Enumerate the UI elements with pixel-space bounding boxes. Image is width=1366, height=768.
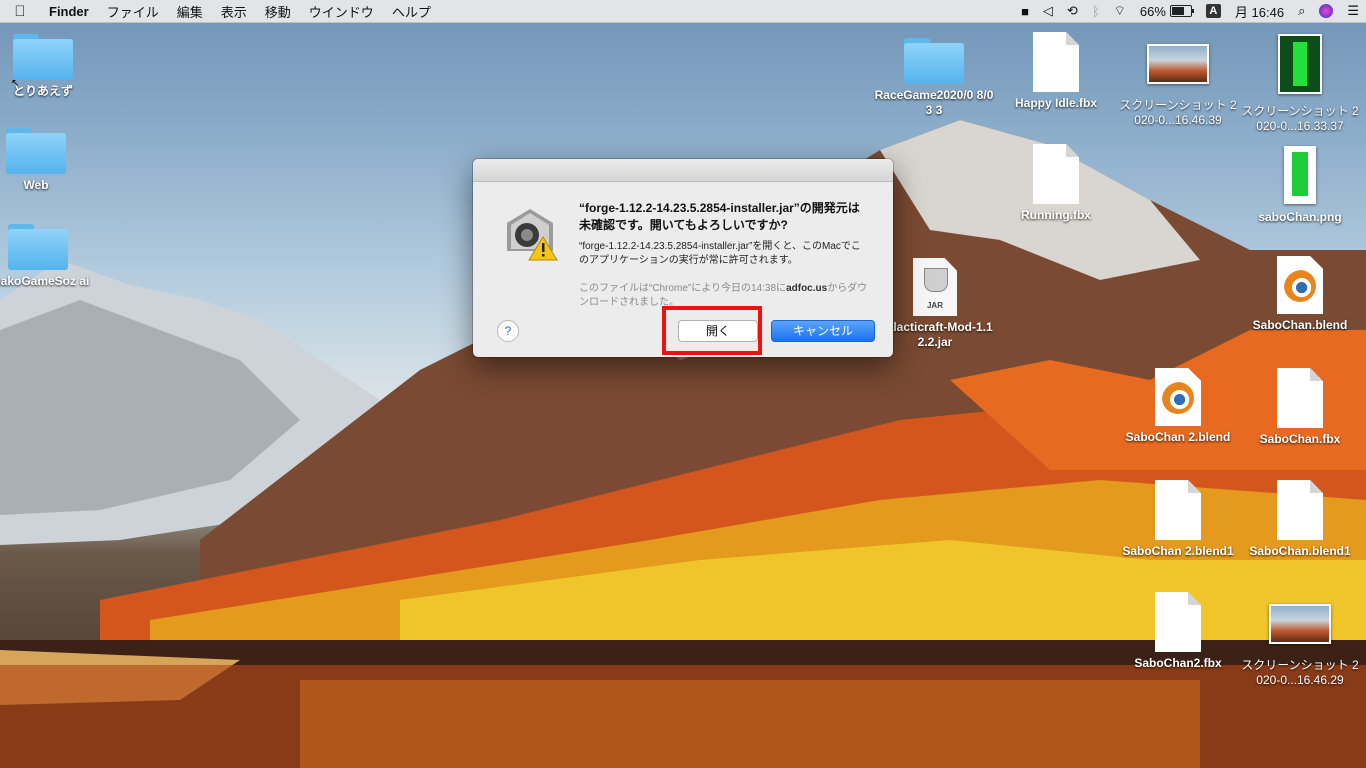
battery-status[interactable]: 66% (1133, 4, 1199, 19)
document-icon (1155, 480, 1201, 540)
desktop-file-sabochan-png[interactable]: saboChan.png (1240, 146, 1360, 225)
icon-label: SaboChan.blend1 (1249, 544, 1351, 558)
wifi-icon[interactable]: ⌔ (1107, 3, 1133, 19)
icon-label: saboChan.png (1258, 210, 1342, 224)
document-icon (1033, 144, 1079, 204)
clock[interactable]: 月 16:46 (1228, 2, 1291, 21)
desktop-file-sabochan-blend[interactable]: SaboChan.blend (1240, 256, 1360, 333)
blender-icon (1155, 368, 1201, 426)
jar-icon: JAR (913, 258, 957, 316)
image-thumbnail-icon (1269, 604, 1331, 644)
document-icon (1277, 368, 1323, 428)
icon-label: スクリーンショット 2020-0...16.46.29 (1241, 658, 1359, 687)
desktop-folder-web[interactable]: Web (0, 128, 96, 193)
siri-icon[interactable] (1312, 4, 1340, 18)
highlight-box (662, 306, 762, 355)
desktop-screenshot-2[interactable]: スクリーンショット 2020-0...16.33.37 (1240, 34, 1360, 134)
desktop-file-sabochan2-blend[interactable]: SaboChan 2.blend (1118, 368, 1238, 445)
desktop-file-sabochan-blend1[interactable]: SaboChan.blend1 (1240, 480, 1360, 559)
desktop-folder-racegame[interactable]: RaceGame2020/0 8/03 3 (874, 38, 994, 118)
send-icon[interactable]: ◁ (1036, 3, 1060, 19)
menu-help[interactable]: ヘルプ (383, 2, 440, 21)
icon-label: RaceGame2020/0 8/03 3 (874, 88, 994, 117)
document-icon (1155, 592, 1201, 652)
icon-label: Running.fbx (1021, 208, 1091, 222)
desktop-folder-abako[interactable]: abakoGameSoz ai (0, 224, 90, 289)
desktop-folder-toriaezu[interactable]: ↖ とりあえず (0, 34, 103, 99)
folder-icon (13, 34, 73, 80)
desktop-file-sabochan2-blend1[interactable]: SaboChan 2.blend1 (1118, 480, 1238, 559)
menu-view[interactable]: 表示 (212, 2, 256, 21)
desktop-file-sabochan2-fbx[interactable]: SaboChan2.fbx (1118, 592, 1238, 671)
icon-label: スクリーンショット 2020-0...16.46.39 (1119, 98, 1237, 127)
screen-record-icon[interactable]: ■ (1014, 4, 1036, 19)
apple-menu-icon[interactable]:  (0, 3, 40, 20)
coffee-cup-icon (924, 268, 948, 292)
icon-label: SaboChan2.fbx (1134, 656, 1222, 670)
icon-label: SaboChan.fbx (1259, 432, 1341, 446)
menu-file[interactable]: ファイル (98, 2, 168, 21)
folder-icon (6, 128, 66, 174)
bluetooth-icon[interactable]: ᛒ (1085, 4, 1107, 19)
input-method-label: A (1205, 4, 1221, 18)
dialog-titlebar[interactable] (473, 159, 893, 182)
document-icon (1033, 32, 1079, 92)
icon-label: Web (23, 178, 49, 192)
dialog-title: “forge-1.12.2-14.23.5.2854-installer.jar… (579, 201, 860, 232)
image-thumbnail-icon (1284, 146, 1316, 204)
notification-center-icon[interactable]: ☰ (1340, 3, 1366, 19)
blender-icon (1277, 256, 1323, 314)
download-source-domain: adfoc.us (786, 283, 828, 294)
icon-label: abakoGameSoz ai (0, 274, 90, 288)
spotlight-search-icon[interactable]: ⌕ (1291, 3, 1312, 19)
desktop-file-running[interactable]: Running.fbx (996, 144, 1116, 223)
menu-go[interactable]: 移動 (256, 2, 300, 21)
gatekeeper-warning-icon (501, 207, 559, 261)
image-thumbnail-icon (1278, 34, 1322, 94)
time-machine-icon[interactable]: ⟲ (1060, 3, 1085, 19)
input-method[interactable]: A (1199, 4, 1228, 18)
alias-arrow-icon: ↖ (11, 78, 20, 89)
menu-window[interactable]: ウインドウ (300, 2, 383, 21)
desktop-screenshot-3[interactable]: スクリーンショット 2020-0...16.46.29 (1240, 594, 1360, 688)
icon-label: SaboChan 2.blend (1125, 430, 1231, 444)
desktop-file-happy-idle[interactable]: Happy Idle.fbx (996, 32, 1116, 111)
battery-icon (1169, 5, 1194, 17)
icon-label: SaboChan 2.blend1 (1122, 544, 1234, 558)
icon-label: SaboChan.blend (1252, 318, 1348, 332)
download-source-prefix: このファイルは“Chrome”により今日の14:38に (579, 283, 787, 294)
desktop-file-galacticraft-jar[interactable]: JAR Galacticraft-Mod-1.12.2.jar (875, 258, 995, 350)
dialog-message: “forge-1.12.2-14.23.5.2854-installer.jar… (579, 241, 861, 266)
icon-label: Happy Idle.fbx (1014, 96, 1097, 110)
folder-icon (8, 224, 68, 270)
cancel-button[interactable]: キャンセル (771, 320, 875, 342)
menu-bar:  Finder ファイル 編集 表示 移動 ウインドウ ヘルプ ■ ◁ ⟲ ᛒ… (0, 0, 1366, 23)
desktop-screenshot-1[interactable]: スクリーンショット 2020-0...16.46.39 (1118, 34, 1238, 128)
jar-badge: JAR (926, 301, 943, 310)
image-thumbnail-icon (1147, 44, 1209, 84)
icon-label: Galacticraft-Mod-1.12.2.jar (877, 320, 993, 349)
desktop-file-sabochan-fbx[interactable]: SaboChan.fbx (1240, 368, 1360, 447)
document-icon (1277, 480, 1323, 540)
folder-icon (904, 38, 964, 84)
menu-app-finder[interactable]: Finder (40, 4, 98, 19)
battery-percent: 66% (1139, 3, 1166, 19)
icon-label: スクリーンショット 2020-0...16.33.37 (1241, 104, 1359, 133)
help-button[interactable]: ? (497, 320, 519, 342)
menu-edit[interactable]: 編集 (168, 2, 212, 21)
